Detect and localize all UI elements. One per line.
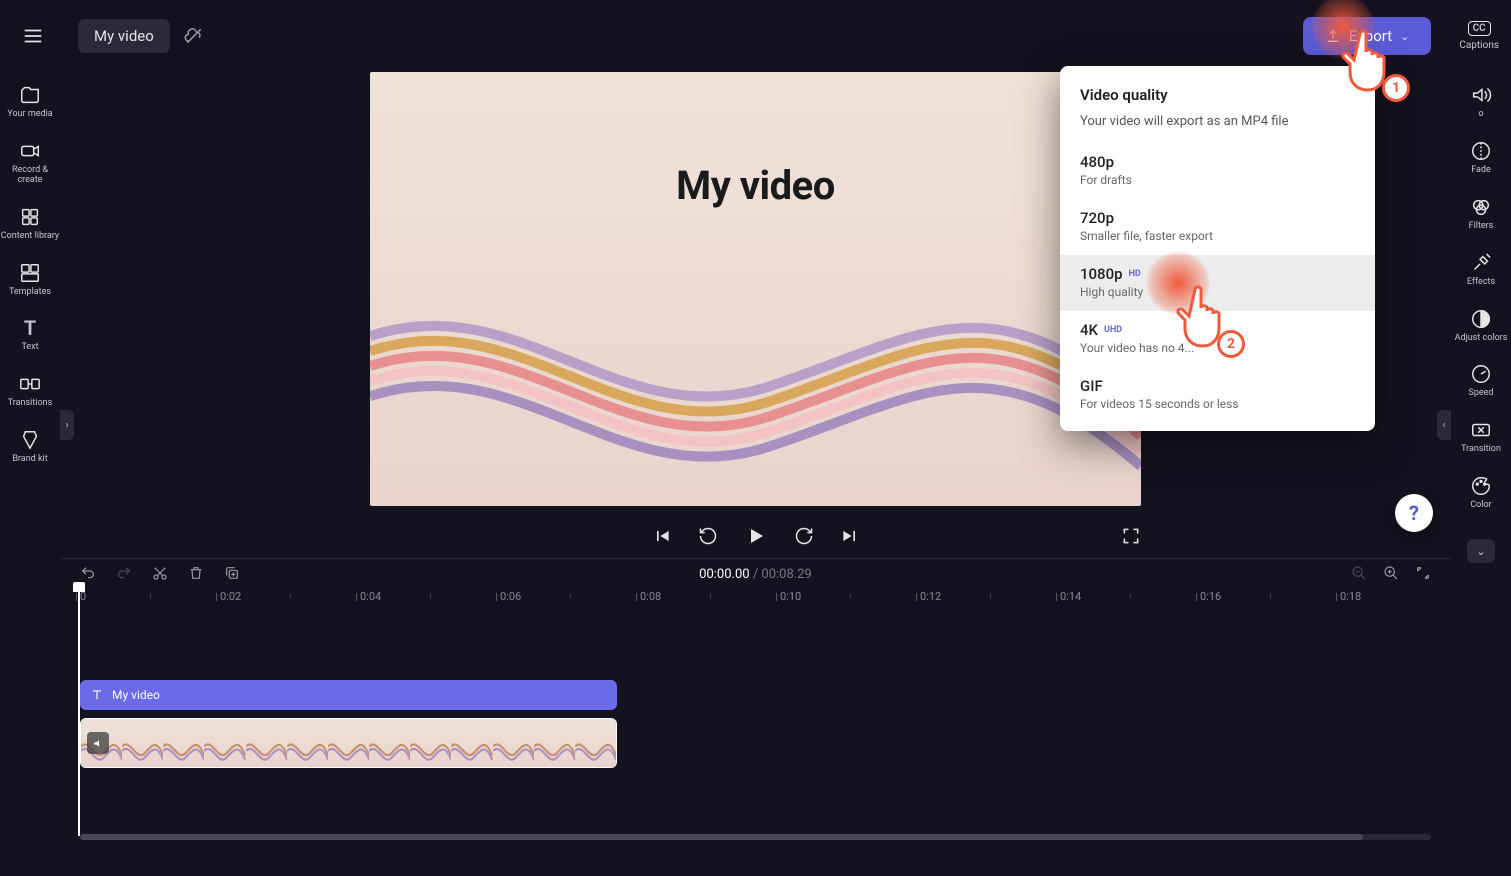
captions-label: Captions: [1459, 40, 1499, 51]
duplicate-button[interactable]: [224, 565, 240, 585]
rsidebar-item-color[interactable]: Color: [1470, 475, 1492, 511]
delete-button[interactable]: [188, 565, 204, 585]
export-label: Export: [1349, 27, 1392, 45]
left-sidebar: Your media Record & create Content libra…: [0, 72, 60, 876]
sidebar-item-transitions[interactable]: Transitions: [8, 373, 53, 409]
rsidebar-item-audio[interactable]: o: [1470, 84, 1492, 120]
sidebar-item-brand-kit[interactable]: Brand kit: [12, 429, 47, 465]
clip-thumbnail: [575, 719, 616, 767]
wave-graphic: [370, 246, 1141, 506]
export-button[interactable]: Export ⌄: [1303, 17, 1432, 55]
zoom-in-button[interactable]: [1383, 565, 1399, 585]
playback-controls: [370, 524, 1141, 548]
clip-thumbnail: [369, 719, 410, 767]
redo-button[interactable]: [116, 565, 132, 585]
sidebar-item-templates[interactable]: Templates: [9, 262, 51, 298]
skip-end-button[interactable]: [840, 526, 860, 546]
rsidebar-item-speed[interactable]: Speed: [1468, 363, 1493, 399]
cc-icon: CC: [1468, 21, 1491, 36]
timeline-toolbar: 00:00.00 / 00:08.29: [60, 558, 1451, 590]
timeline-scrollbar[interactable]: [80, 834, 1431, 840]
export-panel-subtitle: Your video will export as an MP4 file: [1060, 114, 1375, 143]
rewind-button[interactable]: [698, 526, 718, 546]
fullscreen-button[interactable]: [1121, 526, 1141, 546]
preview-title-text: My video: [370, 162, 1141, 209]
rsidebar-item-filters[interactable]: Filters: [1469, 196, 1494, 232]
playhead[interactable]: [78, 588, 80, 836]
hamburger-menu[interactable]: [12, 15, 54, 57]
clip-thumbnail: [410, 719, 451, 767]
rsidebar-item-fade[interactable]: Fade: [1470, 140, 1492, 176]
right-sidebar: o Fade Filters Effects Adjust colors Spe…: [1451, 72, 1511, 876]
clip-thumbnail: [122, 719, 163, 767]
timeline-edit-tools: [80, 565, 240, 585]
right-sidebar-expand-toggle[interactable]: ⌄: [1467, 539, 1495, 563]
sidebar-item-content-library[interactable]: Content library: [1, 206, 59, 242]
cut-button[interactable]: [152, 565, 168, 585]
text-track-clip[interactable]: My video: [80, 680, 617, 710]
clip-thumbnail: [493, 719, 534, 767]
ruler-tick: 0:12: [920, 590, 941, 603]
project-title[interactable]: My video: [78, 19, 170, 53]
preview-canvas[interactable]: My video: [370, 72, 1141, 506]
skip-start-button[interactable]: [652, 526, 672, 546]
rsidebar-item-adjust-colors[interactable]: Adjust colors: [1455, 308, 1508, 344]
clip-thumbnail: [534, 719, 575, 767]
quality-option-gif[interactable]: GIF For videos 15 seconds or less: [1060, 367, 1375, 423]
timeline-ruler[interactable]: 00:020:040:060:080:100:120:140:160:18: [60, 590, 1451, 616]
quality-option-1080p[interactable]: 1080pHD High quality: [1060, 255, 1375, 311]
chevron-down-icon: ⌄: [1400, 30, 1409, 43]
sidebar-item-your-media[interactable]: Your media: [7, 84, 52, 120]
clip-thumbnail: [287, 719, 328, 767]
sidebar-item-record-create[interactable]: Record & create: [0, 140, 60, 186]
clip-thumbnail: [451, 719, 492, 767]
zoom-out-button[interactable]: [1351, 565, 1367, 585]
ruler-tick: 0:14: [1060, 590, 1081, 603]
clip-thumbnail: [246, 719, 287, 767]
cloud-sync-icon: [184, 26, 204, 46]
ruler-tick: 0:08: [640, 590, 661, 603]
quality-option-4k[interactable]: 4KUHD Your video has no 4...: [1060, 311, 1375, 367]
ruler-tick: 0:02: [220, 590, 241, 603]
header-right: Export ⌄ CC Captions: [1303, 17, 1499, 55]
timeline-tracks: My video: [60, 620, 1451, 836]
quality-option-720p[interactable]: 720p Smaller file, faster export: [1060, 199, 1375, 255]
clip-thumbnail: [328, 719, 369, 767]
export-quality-panel: Video quality Your video will export as …: [1060, 66, 1375, 431]
forward-button[interactable]: [794, 526, 814, 546]
sidebar-item-text[interactable]: T Text: [19, 317, 41, 353]
text-icon: T: [19, 317, 41, 339]
clip-audio-icon: [87, 732, 109, 754]
timecode-display: 00:00.00 / 00:08.29: [699, 567, 812, 582]
play-button[interactable]: [744, 524, 768, 548]
timeline-zoom-tools: [1351, 565, 1431, 585]
top-header: My video Export ⌄ CC Captions: [0, 0, 1511, 72]
rsidebar-item-transition[interactable]: Transition: [1461, 419, 1501, 455]
ruler-tick: 0:04: [360, 590, 381, 603]
ruler-tick: 0:10: [780, 590, 801, 603]
quality-option-480p[interactable]: 480p For drafts: [1060, 143, 1375, 199]
ruler-tick: 0:16: [1200, 590, 1221, 603]
fit-timeline-button[interactable]: [1415, 565, 1431, 585]
rsidebar-item-effects[interactable]: Effects: [1467, 252, 1495, 288]
ruler-tick: 0:18: [1340, 590, 1361, 603]
clip-thumbnail: [204, 719, 245, 767]
timeline-scrollbar-thumb[interactable]: [80, 834, 1363, 840]
video-track-clip[interactable]: [80, 718, 617, 768]
clip-thumbnail: [163, 719, 204, 767]
export-panel-heading: Video quality: [1060, 86, 1375, 114]
help-button[interactable]: ?: [1395, 494, 1433, 532]
text-clip-label: My video: [112, 688, 160, 702]
captions-button[interactable]: CC Captions: [1459, 21, 1499, 51]
ruler-tick: 0:06: [500, 590, 521, 603]
